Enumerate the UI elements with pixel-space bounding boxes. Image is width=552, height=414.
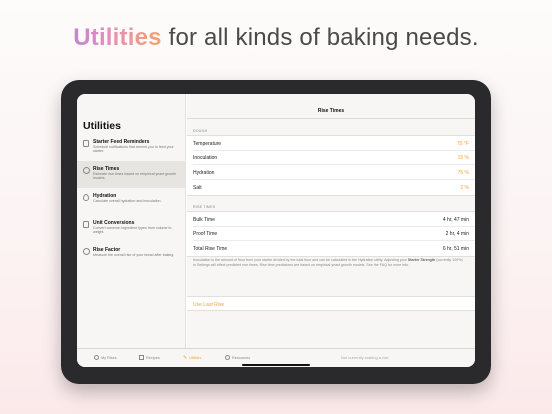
- sidebar-item-hydration[interactable]: Hydration Calculate overall hydration an…: [77, 188, 186, 215]
- sidebar-item-description: Schedule notifications that remind you t…: [93, 145, 174, 154]
- headline-accent: Utilities: [73, 24, 162, 51]
- page-title: Rise Times: [317, 108, 345, 114]
- scale-icon: [83, 221, 89, 228]
- sidebar: Utilities Starter Feed Reminders Schedul…: [77, 94, 186, 348]
- sidebar-item-starter-feed-reminders[interactable]: Starter Feed Reminders Schedule notifica…: [77, 134, 186, 161]
- row-value: 4 hr, 47 min: [442, 216, 469, 223]
- sidebar-item-rise-times[interactable]: Rise Times Estimate rise times based on …: [77, 161, 186, 188]
- nav-divider: [187, 118, 475, 119]
- tab-utilities[interactable]: ✎ Utilities: [183, 355, 201, 361]
- rise-icon: [83, 248, 90, 255]
- sidebar-item-description: Measure the overall rise of your bread a…: [93, 253, 175, 257]
- row-value: 75 °F: [456, 140, 469, 147]
- dough-group: Temperature 75 °F Inoculation 15 % Hydra…: [187, 135, 475, 196]
- sidebar-item-rise-factor[interactable]: Rise Factor Measure the overall rise of …: [77, 242, 186, 269]
- pencil-icon: ✎: [183, 355, 188, 361]
- dough-row-salt[interactable]: Salt 2 %: [193, 180, 475, 195]
- rise-times-section-header: RISE TIMES: [193, 205, 216, 209]
- row-label: Salt: [193, 184, 202, 191]
- tab-my-rises[interactable]: My Rises: [94, 355, 117, 360]
- dough-section-header: DOUGH: [193, 129, 208, 133]
- question-icon: [225, 355, 230, 360]
- rise-times-footnote: Inoculation is the amount of flour from …: [193, 258, 463, 267]
- tab-label: My Rises: [101, 355, 117, 360]
- row-label: Total Rise Time: [193, 245, 228, 252]
- row-label: Bulk Time: [193, 216, 215, 223]
- sidebar-item-description: Calculate overall hydration and inoculat…: [93, 199, 162, 203]
- calendar-icon: [83, 140, 89, 147]
- dough-row-inoculation[interactable]: Inoculation 15 %: [193, 151, 475, 166]
- headline-rest: for all kinds of baking needs.: [161, 24, 479, 51]
- row-value: 2 %: [460, 184, 469, 191]
- tab-resources[interactable]: Resources: [225, 355, 250, 360]
- dough-row-hydration[interactable]: Hydration 75 %: [193, 165, 475, 181]
- home-indicator: [242, 364, 310, 366]
- sidebar-item-unit-conversions[interactable]: Unit Conversions Convert common ingredie…: [77, 215, 186, 242]
- row-value: 6 hr, 51 min: [442, 245, 469, 252]
- row-value: 15 %: [457, 155, 469, 162]
- rise-row-bulk-time: Bulk Time 4 hr, 47 min: [193, 212, 475, 227]
- footnote-text: Inoculation is the amount of flour from …: [193, 258, 408, 262]
- row-label: Proof Time: [193, 231, 218, 238]
- row-label: Inoculation: [193, 155, 218, 162]
- tab-recipes[interactable]: Recipes: [139, 355, 160, 360]
- use-last-rise-group: Use Last Rise: [187, 296, 475, 311]
- book-icon: [139, 355, 144, 360]
- rise-row-proof-time: Proof Time 2 hr, 4 min: [193, 227, 475, 242]
- tab-label: Recipes: [146, 355, 160, 360]
- tab-label: Resources: [232, 355, 251, 360]
- sidebar-title: Utilities: [83, 120, 121, 132]
- tab-label: Utilities: [189, 356, 202, 360]
- row-label: Temperature: [193, 140, 222, 147]
- clock-icon: [83, 167, 90, 174]
- ipad-screen: 9:41 AM Tue Jan 9 ◠ 100% Utilities Start…: [77, 94, 475, 367]
- row-label: Hydration: [193, 169, 215, 176]
- use-last-rise-button[interactable]: Use Last Rise: [193, 302, 224, 308]
- rise-status-text: Not currently making a rise: [341, 355, 389, 360]
- sidebar-item-description: Convert common ingredient types from vol…: [93, 226, 172, 235]
- row-value: 2 hr, 4 min: [445, 231, 469, 238]
- starter-strength-link: Starter Strength: [407, 258, 436, 262]
- drop-icon: [83, 194, 89, 201]
- main-panel: Rise Times DOUGH Temperature 75 °F Inocu…: [187, 94, 475, 348]
- clock-icon: [94, 355, 99, 360]
- rise-row-total-rise-time: Total Rise Time 6 hr, 51 min: [193, 241, 475, 256]
- dough-row-temperature[interactable]: Temperature 75 °F: [193, 136, 475, 151]
- sidebar-item-description: Estimate rise times based on empirical y…: [93, 172, 176, 181]
- headline: Utilities for all kinds of baking needs.: [0, 24, 552, 52]
- row-value: 75 %: [457, 169, 469, 176]
- rise-times-group: Bulk Time 4 hr, 47 min Proof Time 2 hr, …: [187, 211, 475, 258]
